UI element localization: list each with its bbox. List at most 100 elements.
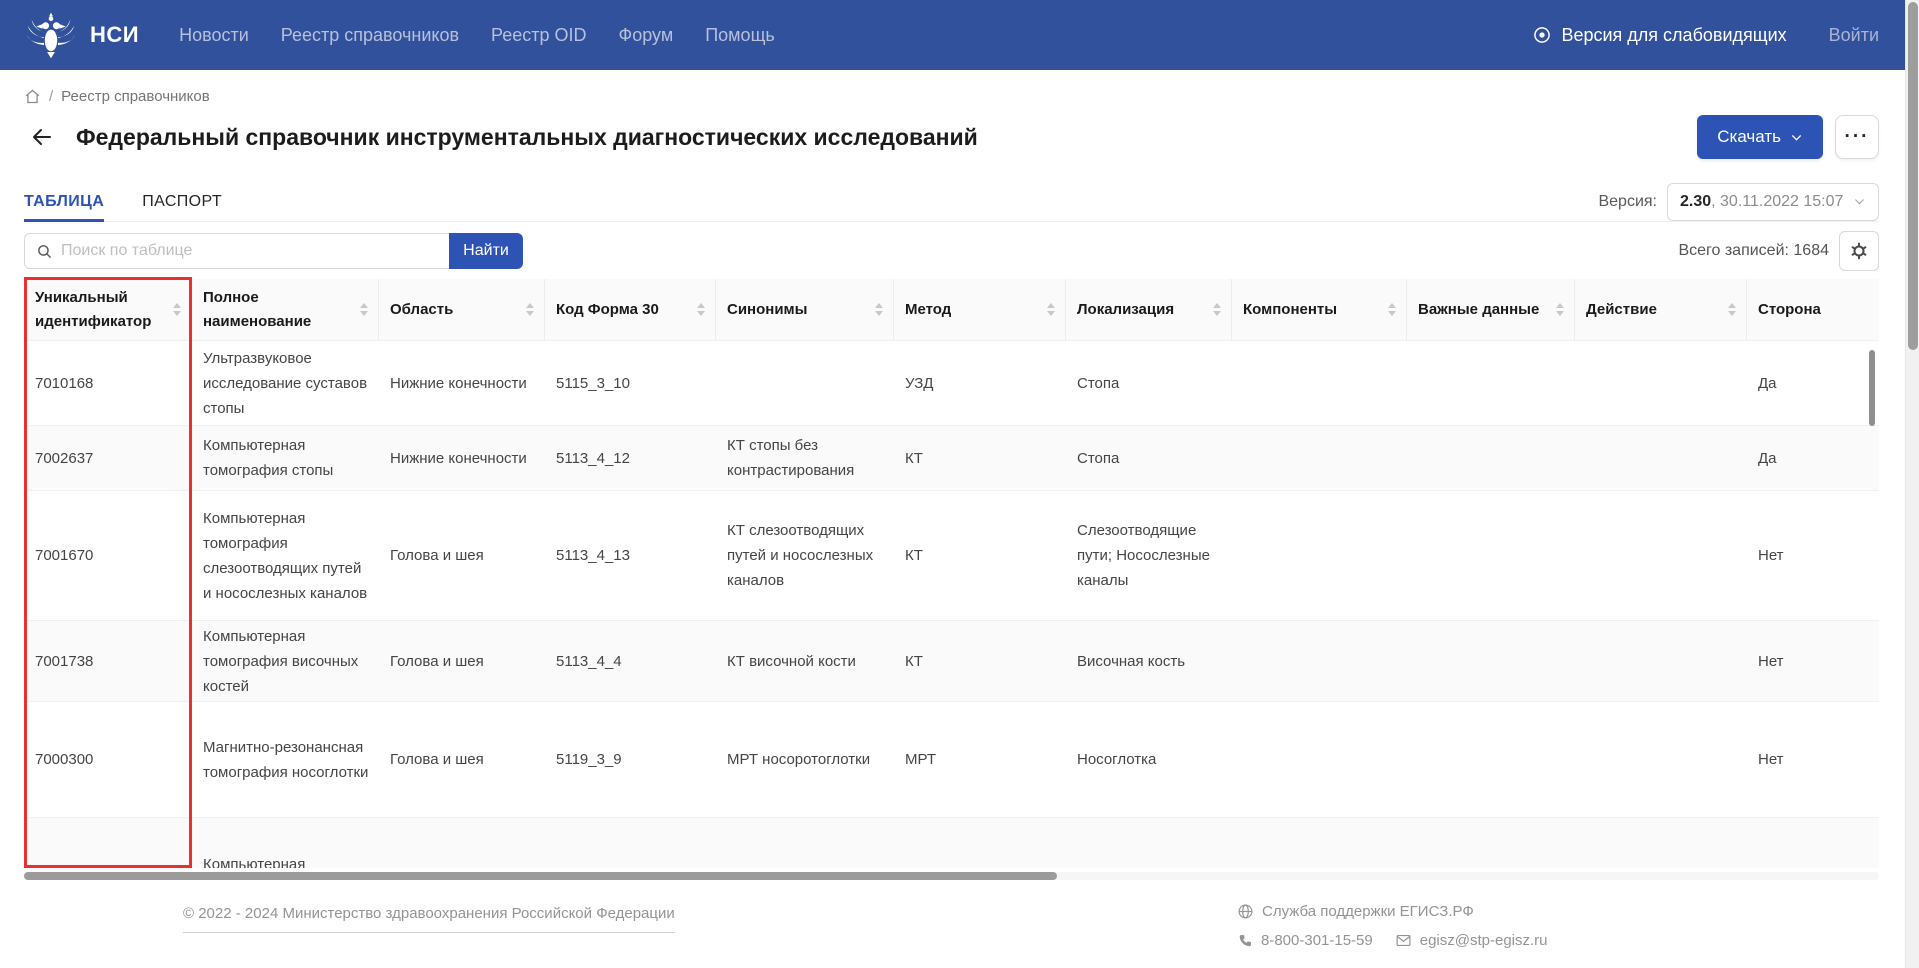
nav-item[interactable]: Новости bbox=[179, 25, 249, 46]
sort-icon[interactable] bbox=[1556, 303, 1564, 316]
table-cell: Стопа bbox=[1066, 426, 1232, 490]
table-toolbar: Найти Всего записей: 1684 bbox=[24, 231, 1879, 271]
table-cell: 7001670 bbox=[24, 491, 192, 620]
table-row[interactable]: 7001738Компьютерная томография височных … bbox=[24, 621, 1879, 702]
top-navbar: НСИ Новости Реестр справочников Реестр OID… bbox=[0, 0, 1919, 70]
table-cell bbox=[1232, 341, 1407, 425]
support-link[interactable]: Служба поддержки ЕГИСЗ.РФ bbox=[1237, 903, 1548, 920]
table-cell: Компьютерная томография стопы bbox=[192, 426, 379, 490]
table-cell: 5119_3_9 bbox=[545, 702, 716, 817]
table-cell: МРТ носоротоглотки bbox=[716, 702, 894, 817]
table-cell: Компьютерная томография слезоотводящих п… bbox=[192, 491, 379, 620]
table-cell bbox=[1407, 818, 1575, 868]
breadcrumb: / Реестр справочников bbox=[24, 86, 1879, 106]
back-button[interactable] bbox=[24, 119, 60, 155]
nav-item[interactable]: Форум bbox=[619, 25, 674, 46]
table-cell: Компьютерная томография челюстно- bbox=[192, 818, 379, 868]
column-header[interactable]: Полное наименование bbox=[192, 279, 379, 340]
coat-of-arms-logo bbox=[24, 9, 78, 61]
table-cell bbox=[716, 341, 894, 425]
search-button[interactable]: Найти bbox=[449, 233, 523, 269]
table-cell: Нет bbox=[1747, 702, 1879, 817]
accessibility-version-link[interactable]: Версия для слабовидящих bbox=[1532, 25, 1786, 46]
table-row[interactable]: 7001670Компьютерная томография слезоотво… bbox=[24, 491, 1879, 621]
sort-icon[interactable] bbox=[1047, 303, 1055, 316]
sort-icon[interactable] bbox=[173, 303, 181, 316]
phone-icon bbox=[1237, 933, 1253, 949]
column-header-label: Полное наименование bbox=[203, 286, 354, 334]
table-cell: 7001738 bbox=[24, 621, 192, 701]
column-header[interactable]: Код Форма 30 bbox=[545, 279, 716, 340]
copyright-text: © 2022 - 2024 Министерство здравоохранен… bbox=[183, 905, 675, 933]
table-cell bbox=[1232, 702, 1407, 817]
column-header[interactable]: Важные данные bbox=[1407, 279, 1575, 340]
search-input[interactable] bbox=[61, 242, 438, 260]
table-row[interactable]: 7000300Магнитно-резонансная томография н… bbox=[24, 702, 1879, 818]
table-cell: 7010168 bbox=[24, 341, 192, 425]
table-cell bbox=[1407, 426, 1575, 490]
tab-active[interactable]: ТАБЛИЦА bbox=[24, 182, 104, 221]
version-select[interactable]: 2.30, 30.11.2022 15:07 bbox=[1667, 183, 1879, 221]
table-cell: Слезоотводящие пути; Носослезные каналы bbox=[1066, 491, 1232, 620]
column-header[interactable]: Локализация bbox=[1066, 279, 1232, 340]
table-cell: Компьютерная томография височных костей bbox=[192, 621, 379, 701]
sort-icon[interactable] bbox=[1728, 303, 1736, 316]
brand-nsi[interactable]: НСИ bbox=[90, 22, 139, 48]
table-cell bbox=[1575, 621, 1747, 701]
email-link[interactable]: egisz@stp-egisz.ru bbox=[1420, 932, 1548, 949]
table-row[interactable]: 7001761Компьютерная томография челюстно-… bbox=[24, 818, 1879, 868]
page-title: Федеральный справочник инструментальных … bbox=[76, 124, 978, 151]
sort-icon[interactable] bbox=[875, 303, 883, 316]
sort-icon[interactable] bbox=[697, 303, 705, 316]
tab-inactive[interactable]: ПАСПОРТ bbox=[142, 182, 222, 221]
home-icon[interactable] bbox=[24, 88, 41, 105]
table-header-row: Уникальный идентификаторПолное наименова… bbox=[24, 279, 1879, 341]
column-header[interactable]: Компоненты bbox=[1232, 279, 1407, 340]
nav-item[interactable]: Реестр OID bbox=[491, 25, 587, 46]
nav-item[interactable]: Помощь bbox=[705, 25, 775, 46]
table-cell: 5113_4_4 bbox=[545, 621, 716, 701]
sort-icon[interactable] bbox=[360, 303, 368, 316]
table-vertical-scrollbar-thumb[interactable] bbox=[1869, 350, 1875, 426]
column-header[interactable]: Синонимы bbox=[716, 279, 894, 340]
version-label: Версия: bbox=[1598, 193, 1657, 211]
table-cell: КТ височной кости bbox=[716, 621, 894, 701]
column-header-label: Действие bbox=[1586, 298, 1722, 322]
breadcrumb-current[interactable]: Реестр справочников bbox=[61, 88, 210, 105]
column-header[interactable]: Область bbox=[379, 279, 545, 340]
version-value: 2.30 bbox=[1680, 193, 1711, 211]
page-scrollbar-thumb[interactable] bbox=[1908, 2, 1918, 350]
column-header[interactable]: Метод bbox=[894, 279, 1066, 340]
table-row[interactable]: 7002637Компьютерная томография стопыНижн… bbox=[24, 426, 1879, 491]
table-cell bbox=[1407, 702, 1575, 817]
login-link[interactable]: Войти bbox=[1829, 25, 1879, 46]
table-cell: 7002637 bbox=[24, 426, 192, 490]
more-actions-button[interactable]: ··· bbox=[1835, 115, 1879, 159]
table-cell: Нет bbox=[1747, 621, 1879, 701]
sort-icon[interactable] bbox=[1213, 303, 1221, 316]
column-header-label: Метод bbox=[905, 298, 1041, 322]
nav-item[interactable]: Реестр справочников bbox=[281, 25, 459, 46]
records-total: Всего записей: 1684 bbox=[1678, 242, 1829, 260]
table-cell: Да bbox=[1747, 341, 1879, 425]
table-horizontal-scrollbar-thumb[interactable] bbox=[24, 872, 1057, 880]
table-cell bbox=[1575, 818, 1747, 868]
download-button[interactable]: Скачать bbox=[1697, 115, 1823, 159]
table-cell: КТ стопы без контрастирования bbox=[716, 426, 894, 490]
column-header-label: Область bbox=[390, 298, 520, 322]
table-settings-button[interactable] bbox=[1839, 231, 1879, 271]
sort-icon[interactable] bbox=[526, 303, 534, 316]
page-scrollbar-track[interactable] bbox=[1905, 0, 1919, 968]
column-header[interactable]: Уникальный идентификатор bbox=[24, 279, 192, 340]
column-header[interactable]: Действие bbox=[1575, 279, 1747, 340]
table-horizontal-scrollbar-track[interactable] bbox=[24, 872, 1879, 880]
phone-number[interactable]: 8-800-301-15-59 bbox=[1261, 932, 1373, 949]
column-header[interactable]: Сторона bbox=[1747, 279, 1879, 340]
table-cell: КТ bbox=[894, 818, 1066, 868]
table-cell: УЗД bbox=[894, 341, 1066, 425]
sort-icon[interactable] bbox=[1388, 303, 1396, 316]
table-cell bbox=[1575, 426, 1747, 490]
table-row[interactable]: 7010168Ультразвуковое исследование суста… bbox=[24, 341, 1879, 426]
table-cell: Голова и шея bbox=[379, 491, 545, 620]
mail-icon bbox=[1395, 932, 1412, 949]
